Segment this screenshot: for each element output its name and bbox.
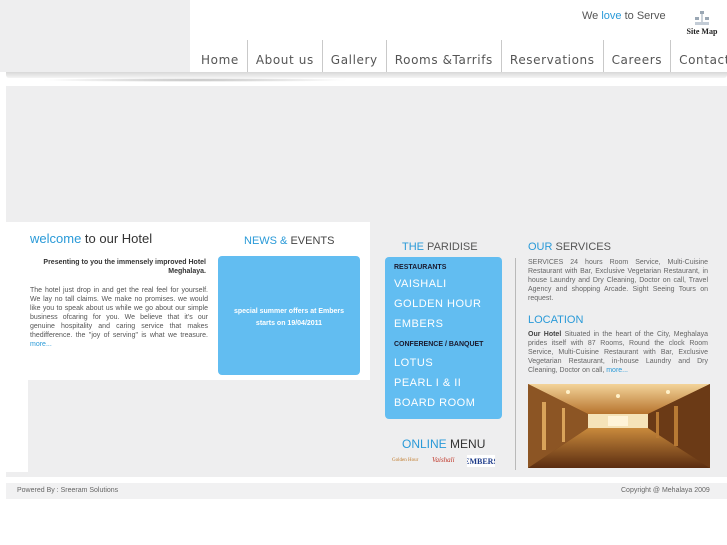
- sitemap-link[interactable]: Site Map: [682, 10, 722, 36]
- nav-home[interactable]: Home: [193, 40, 248, 72]
- venue-pearl[interactable]: PEARL I & II: [394, 377, 461, 389]
- welcome-body: The hotel just drop in and get the real …: [30, 287, 208, 348]
- bottom-band: [0, 506, 727, 545]
- nav-careers[interactable]: Careers: [604, 40, 672, 72]
- nav-reservations[interactable]: Reservations: [502, 40, 604, 72]
- services-body: SERVICES 24 hours Room Service, Multi-Cu…: [528, 259, 708, 302]
- golden-hour-logo[interactable]: Golden Hour: [392, 458, 418, 463]
- venue-lotus[interactable]: LOTUS: [394, 357, 433, 369]
- left-panel-strip: [6, 380, 28, 472]
- welcome-title: welcome to our Hotel: [30, 231, 153, 246]
- hotel-lobby-photo: [528, 384, 710, 468]
- copyright: Copyright @ Mehalaya 2009: [621, 487, 710, 494]
- sitemap-label: Site Map: [686, 27, 718, 36]
- venue-embers[interactable]: EMBERS: [394, 318, 443, 330]
- venue-vaishali[interactable]: VAISHALI: [394, 278, 447, 290]
- nav-rooms-tariffs[interactable]: Rooms &Tarrifs: [387, 40, 502, 72]
- main-nav: Home About us Gallery Rooms &Tarrifs Res…: [193, 40, 727, 72]
- venue-board-room[interactable]: BOARD ROOM: [394, 397, 475, 409]
- vaishali-logo[interactable]: Vaishali: [432, 456, 455, 464]
- location-more-link[interactable]: more...: [606, 367, 628, 374]
- restaurants-heading: RESTAURANTS: [394, 264, 447, 271]
- venue-golden-hour[interactable]: GOLDEN HOUR: [394, 298, 481, 310]
- nav-gallery[interactable]: Gallery: [323, 40, 387, 72]
- welcome-more-link[interactable]: more...: [30, 341, 52, 348]
- conference-heading: CONFERENCE / BANQUET: [394, 341, 484, 348]
- paridise-title: THE PARIDISE: [402, 241, 478, 253]
- embers-logo[interactable]: EMBERS: [464, 454, 498, 467]
- sitemap-icon: [695, 11, 709, 25]
- welcome-subtitle: Presenting to you the immensely improved…: [43, 259, 206, 275]
- location-body: Our Hotel Situated in the heart of the C…: [528, 331, 708, 374]
- nav-shadow: [40, 78, 350, 82]
- embers-logo-text: EMBERS: [467, 457, 495, 466]
- column-divider: [515, 258, 516, 470]
- services-title: OUR SERVICES: [528, 241, 611, 253]
- location-title: LOCATION: [528, 314, 584, 326]
- powered-by: Powered By : Sreeram Solutions: [17, 487, 119, 494]
- news-events-title: NEWS & EVENTS: [244, 235, 335, 247]
- nav-about-us[interactable]: About us: [248, 40, 323, 72]
- tagline: We love to Serve: [582, 10, 666, 22]
- news-item[interactable]: special summer offers at Embers starts o…: [226, 306, 352, 330]
- nav-contact-us[interactable]: Contact Us: [671, 40, 727, 72]
- header-left-block: [0, 0, 190, 72]
- online-menu-title: ONLINE MENU: [402, 437, 486, 451]
